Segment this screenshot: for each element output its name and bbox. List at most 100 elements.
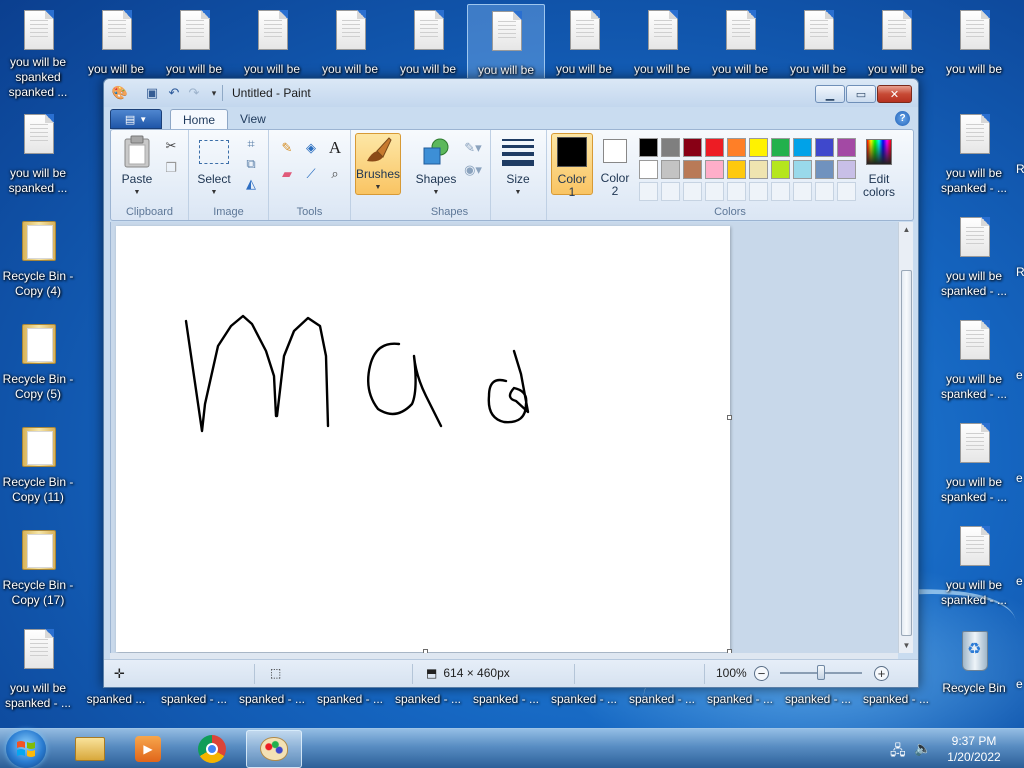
- zoom-out-button[interactable]: −: [754, 666, 769, 681]
- select-button[interactable]: Select ▼: [193, 134, 235, 199]
- scroll-down-icon[interactable]: ▼: [899, 638, 914, 653]
- resize-handle-right[interactable]: [727, 415, 732, 420]
- tab-view[interactable]: View: [228, 109, 278, 129]
- fill-shape-icon[interactable]: ◉▾: [463, 160, 483, 180]
- palette-swatch[interactable]: [683, 138, 702, 157]
- text-icon[interactable]: A: [325, 138, 345, 158]
- palette-swatch[interactable]: [705, 160, 724, 179]
- drawing-canvas[interactable]: [116, 226, 730, 652]
- taskbar-paint[interactable]: [246, 730, 302, 768]
- desktop-icon[interactable]: you will be: [935, 4, 1013, 100]
- desktop-icon-label[interactable]: spanked - ...: [155, 692, 233, 706]
- scroll-up-icon[interactable]: ▲: [899, 222, 914, 237]
- undo-icon[interactable]: ↶: [166, 85, 182, 101]
- fill-icon[interactable]: ◈: [301, 138, 321, 158]
- desktop-icon[interactable]: Recycle Bin - Copy (17): [0, 520, 77, 616]
- customize-quick-access-icon[interactable]: ▾: [206, 85, 222, 101]
- desktop-icon[interactable]: Recycle Bin - Copy (5): [0, 314, 77, 410]
- close-button[interactable]: ✕: [877, 85, 912, 103]
- desktop-icon-label[interactable]: spanked - ...: [701, 692, 779, 706]
- color-picker-icon[interactable]: ⟋: [301, 164, 321, 184]
- palette-swatch[interactable]: [661, 160, 680, 179]
- palette-swatch[interactable]: [749, 138, 768, 157]
- tab-home[interactable]: Home: [170, 109, 229, 129]
- desktop-icon-label[interactable]: spanked - ...: [545, 692, 623, 706]
- help-icon[interactable]: ?: [895, 111, 910, 126]
- taskbar-media-player[interactable]: ▶: [120, 730, 176, 768]
- size-button[interactable]: Size ▼: [497, 134, 539, 199]
- vertical-scrollbar[interactable]: ▲ ▼: [898, 222, 913, 653]
- desktop-icon-label[interactable]: spanked ...: [77, 692, 155, 706]
- magnifier-icon[interactable]: ⌕: [325, 164, 345, 184]
- color2-button[interactable]: Color 2: [595, 133, 635, 198]
- palette-swatch[interactable]: [793, 160, 812, 179]
- redo-icon[interactable]: ↷: [186, 85, 202, 101]
- desktop-icon[interactable]: you will be spanked - ...: [935, 314, 1013, 410]
- desktop-icon[interactable]: you will be spanked ...: [0, 108, 77, 204]
- rotate-icon[interactable]: ◭: [241, 174, 261, 194]
- palette-swatch[interactable]: [815, 160, 834, 179]
- desktop-icon-label[interactable]: spanked - ...: [857, 692, 935, 706]
- resize-icon[interactable]: ⧉: [241, 154, 261, 174]
- palette-swatch[interactable]: [771, 160, 790, 179]
- color1-button[interactable]: Color 1: [551, 133, 593, 199]
- start-button[interactable]: [6, 730, 46, 768]
- desktop-icon[interactable]: you will be spanked - ...: [935, 520, 1013, 616]
- custom-color-slot[interactable]: [683, 182, 702, 201]
- custom-color-slot[interactable]: [727, 182, 746, 201]
- palette-swatch[interactable]: [727, 138, 746, 157]
- desktop-icon-label[interactable]: spanked - ...: [779, 692, 857, 706]
- desktop-icon-label[interactable]: spanked - ...: [623, 692, 701, 706]
- desktop-icon[interactable]: you will be spanked - ...: [0, 623, 77, 719]
- palette-swatch[interactable]: [815, 138, 834, 157]
- title-bar[interactable]: 🎨 ▣ ↶ ↷ ▾ Untitled - Paint ▁ ▭ ✕: [104, 79, 918, 107]
- paint-menu-button[interactable]: ▤ ▼: [110, 109, 162, 129]
- desktop-icon[interactable]: you will be spanked - ...: [935, 417, 1013, 513]
- desktop-icon-label[interactable]: spanked - ...: [233, 692, 311, 706]
- desktop-icon-label[interactable]: spanked - ...: [311, 692, 389, 706]
- scrollbar-thumb[interactable]: [901, 270, 912, 636]
- palette-swatch[interactable]: [771, 138, 790, 157]
- crop-icon[interactable]: ⌗: [241, 134, 261, 154]
- palette-swatch[interactable]: [749, 160, 768, 179]
- palette-swatch[interactable]: [727, 160, 746, 179]
- palette-swatch[interactable]: [793, 138, 812, 157]
- maximize-button[interactable]: ▭: [846, 85, 876, 103]
- pencil-icon[interactable]: ✎: [277, 138, 297, 158]
- eraser-icon[interactable]: ▰: [277, 164, 297, 184]
- network-icon[interactable]: 🖧: [890, 740, 906, 764]
- brushes-button[interactable]: Brushes ▼: [355, 133, 401, 195]
- zoom-slider-thumb[interactable]: [817, 665, 825, 680]
- desktop-icon[interactable]: Recycle Bin - Copy (4): [0, 211, 77, 307]
- custom-color-slot[interactable]: [815, 182, 834, 201]
- desktop-icon[interactable]: you will be spanked - ...: [935, 108, 1013, 204]
- custom-color-slot[interactable]: [793, 182, 812, 201]
- zoom-in-button[interactable]: +: [874, 666, 889, 681]
- desktop-icon[interactable]: Recycle Bin - Copy (11): [0, 417, 77, 513]
- shapes-button[interactable]: Shapes ▼: [413, 134, 459, 199]
- palette-swatch[interactable]: [837, 160, 856, 179]
- desktop-icon[interactable]: you will be spanked spanked ...: [0, 4, 77, 100]
- custom-color-slot[interactable]: [639, 182, 658, 201]
- paste-button[interactable]: Paste ▼: [117, 134, 157, 199]
- custom-color-slot[interactable]: [705, 182, 724, 201]
- palette-swatch[interactable]: [639, 160, 658, 179]
- palette-swatch[interactable]: [683, 160, 702, 179]
- outline-icon[interactable]: ✎▾: [463, 138, 483, 158]
- custom-color-slot[interactable]: [749, 182, 768, 201]
- custom-color-slot[interactable]: [661, 182, 680, 201]
- save-icon[interactable]: ▣: [144, 85, 160, 101]
- palette-swatch[interactable]: [837, 138, 856, 157]
- edit-colors-button[interactable]: Edit colors: [857, 134, 901, 199]
- desktop-icon-label[interactable]: spanked - ...: [389, 692, 467, 706]
- palette-swatch[interactable]: [705, 138, 724, 157]
- clock[interactable]: 9:37 PM 1/20/2022: [938, 733, 1010, 765]
- desktop-icon[interactable]: you will be spanked - ...: [935, 211, 1013, 307]
- custom-color-slot[interactable]: [771, 182, 790, 201]
- palette-swatch[interactable]: [661, 138, 680, 157]
- desktop-icon-label[interactable]: spanked - ...: [467, 692, 545, 706]
- custom-color-slot[interactable]: [837, 182, 856, 201]
- desktop-icon[interactable]: Recycle Bin: [935, 623, 1013, 719]
- taskbar-chrome[interactable]: [184, 730, 240, 768]
- volume-icon[interactable]: 🔈: [914, 740, 931, 757]
